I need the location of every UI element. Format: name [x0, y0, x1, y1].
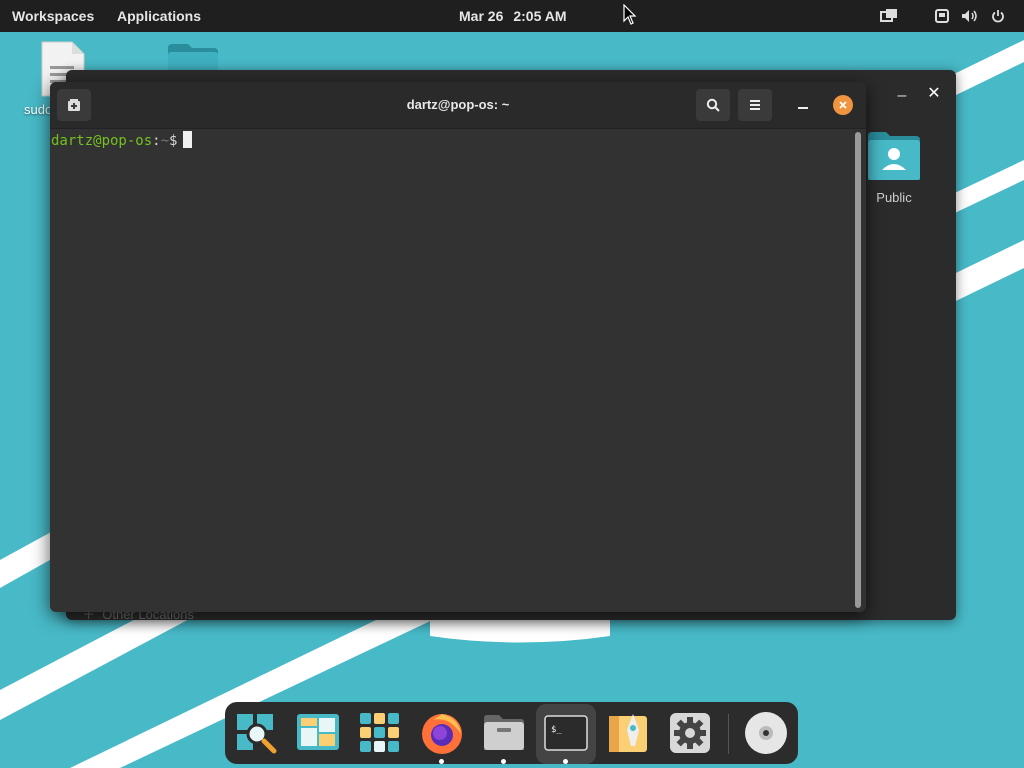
desktop-file-label[interactable]: sudo	[24, 102, 52, 117]
network-icon[interactable]	[935, 6, 949, 26]
prompt-separator: :	[152, 133, 161, 149]
applications-button[interactable]: Applications	[117, 0, 201, 32]
terminal-menu-button[interactable]	[738, 89, 772, 121]
close-icon	[839, 101, 847, 109]
prompt-path: ~	[160, 133, 170, 149]
files-minimize-button[interactable]: –	[890, 84, 914, 108]
app-grid-icon[interactable]	[357, 710, 403, 756]
files-running-indicator	[501, 759, 506, 764]
search-icon	[706, 98, 720, 112]
terminal-icon[interactable]: $_	[543, 710, 589, 756]
hamburger-menu-icon	[750, 100, 760, 110]
terminal-running-indicator	[563, 759, 568, 764]
terminal-minimize-button[interactable]	[792, 94, 814, 116]
scrollbar-thumb[interactable]	[855, 132, 861, 608]
workspaces-button[interactable]: Workspaces	[12, 0, 94, 32]
workspaces-icon[interactable]	[295, 710, 341, 756]
firefox-running-indicator	[439, 759, 444, 764]
date-label: Mar 26	[459, 8, 504, 24]
new-tab-icon	[68, 99, 80, 111]
pop-shop-icon[interactable]	[605, 710, 651, 756]
terminal-content[interactable]: dartz@pop-os:~$	[50, 129, 850, 609]
svg-text:$_: $_	[551, 725, 562, 735]
top-panel: Workspaces Applications Mar 26 2:05 AM	[0, 0, 1024, 32]
files-close-button[interactable]: ✕	[922, 82, 946, 106]
clock[interactable]: Mar 26 2:05 AM	[459, 0, 567, 32]
volume-icon[interactable]	[961, 6, 979, 26]
prompt-user-host: dartz@pop-os	[51, 133, 153, 149]
terminal-window[interactable]: dartz@pop-os: ~ dartz@pop-os:~$	[50, 82, 866, 612]
public-folder-label[interactable]: Public	[862, 190, 926, 205]
files-icon[interactable]	[481, 710, 527, 756]
text-cursor	[183, 131, 193, 148]
settings-icon[interactable]	[667, 710, 713, 756]
terminal-scrollbar[interactable]	[855, 132, 861, 608]
dock: $_	[225, 702, 798, 764]
terminal-headerbar[interactable]: dartz@pop-os: ~	[50, 82, 866, 129]
shell-prompt: dartz@pop-os:~$	[51, 131, 193, 149]
minimize-icon	[798, 107, 808, 109]
terminal-close-button[interactable]	[833, 95, 853, 115]
dock-separator	[728, 714, 729, 754]
prompt-symbol: $	[169, 133, 178, 149]
search-app-icon[interactable]	[233, 710, 279, 756]
disc-icon[interactable]	[743, 710, 789, 756]
window-switcher-icon[interactable]	[880, 6, 898, 26]
terminal-search-button[interactable]	[696, 89, 730, 121]
firefox-icon[interactable]	[419, 710, 465, 756]
public-folder-icon[interactable]	[866, 130, 922, 182]
mouse-pointer-icon	[623, 4, 637, 25]
time-label: 2:05 AM	[513, 8, 567, 24]
new-tab-button[interactable]	[57, 89, 91, 121]
power-icon[interactable]	[991, 6, 1005, 26]
